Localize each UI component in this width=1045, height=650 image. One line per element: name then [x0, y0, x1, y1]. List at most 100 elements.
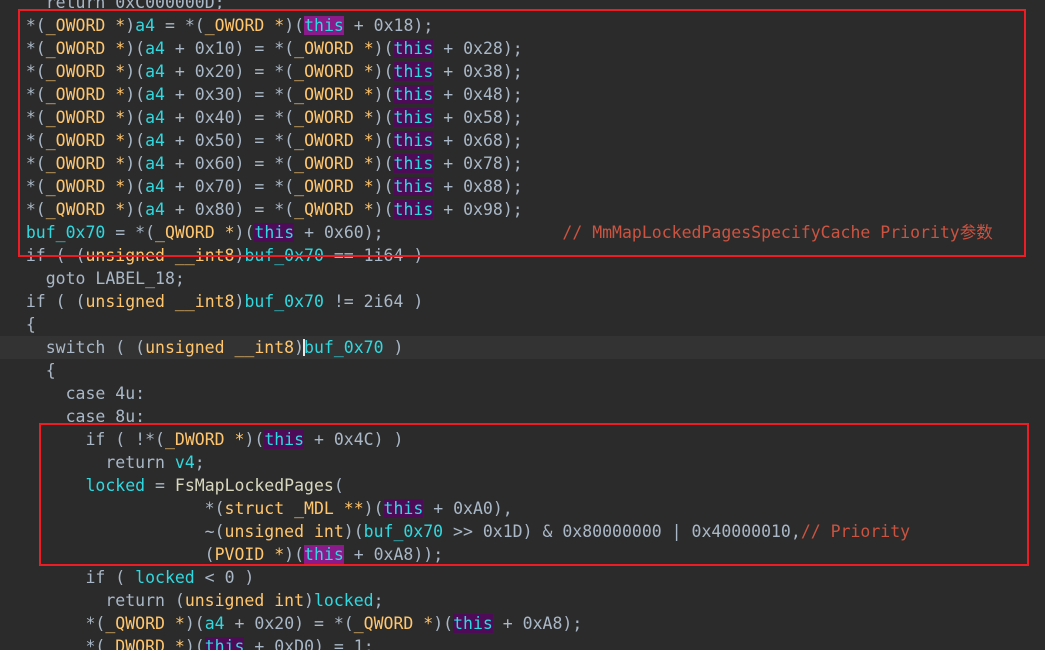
token-plain: *(	[6, 177, 46, 196]
code-line[interactable]: return (unsigned int)locked;	[0, 589, 1045, 612]
token-num: 0x60	[323, 223, 364, 242]
token-this[interactable]: this	[393, 177, 434, 196]
token-var[interactable]: locked	[85, 476, 145, 495]
code-line[interactable]: buf_0x70 = *(_QWORD *)(this + 0x60); // …	[0, 221, 1045, 244]
token-var[interactable]: a4	[145, 108, 165, 127]
code-line[interactable]: goto LABEL_18;	[0, 267, 1045, 290]
code-line[interactable]: *(_DWORD *)(this + 0xD0) = 1;	[0, 635, 1045, 650]
code-line[interactable]: case 4u:	[0, 382, 1045, 405]
code-line[interactable]: *(_QWORD *)(a4 + 0x80) = *(_QWORD *)(thi…	[0, 198, 1045, 221]
token-plain: )(	[373, 200, 394, 219]
code-line[interactable]: *(struct _MDL **)(this + 0xA0),	[0, 497, 1045, 520]
token-plain: );	[363, 223, 384, 242]
token-var[interactable]: a4	[205, 614, 225, 633]
token-plain: *(	[6, 16, 46, 35]
token-this[interactable]: this	[393, 85, 434, 104]
token-plain: return (	[6, 591, 185, 610]
token-num: 0x50	[194, 131, 235, 150]
code-line-text: (PVOID *)(this + 0xA8));	[0, 543, 443, 566]
token-plain: *(	[6, 499, 225, 518]
code-line[interactable]: *(_OWORD *)a4 = *(_OWORD *)(this + 0x18)…	[0, 14, 1045, 37]
token-kw: *	[234, 430, 245, 449]
code-line[interactable]: *(_OWORD *)(a4 + 0x70) = *(_OWORD *)(thi…	[0, 175, 1045, 198]
token-var[interactable]: a4	[145, 131, 165, 150]
code-line[interactable]: *(_OWORD *)(a4 + 0x40) = *(_OWORD *)(thi…	[0, 106, 1045, 129]
code-line[interactable]: (PVOID *)(this + 0xA8));	[0, 543, 1045, 566]
code-line[interactable]: *(_OWORD *)(a4 + 0x20) = *(_OWORD *)(thi…	[0, 60, 1045, 83]
token-var[interactable]: a4	[145, 62, 165, 81]
token-plain: case	[6, 407, 116, 426]
token-var[interactable]: a4	[145, 154, 165, 173]
token-kw: _OWORD	[45, 108, 116, 127]
token-this[interactable]: this	[393, 154, 434, 173]
code-line[interactable]: *(_QWORD *)(a4 + 0x20) = *(_QWORD *)(thi…	[0, 612, 1045, 635]
token-var[interactable]: a4	[145, 39, 165, 58]
code-line[interactable]: {	[0, 359, 1045, 382]
token-var[interactable]: buf_0x70	[26, 223, 105, 242]
token-plain: +	[164, 200, 195, 219]
code-line[interactable]: *(_OWORD *)(a4 + 0x50) = *(_OWORD *)(thi…	[0, 129, 1045, 152]
token-var[interactable]: a4	[145, 177, 165, 196]
token-this[interactable]: this	[393, 108, 434, 127]
token-plain: *(	[6, 85, 46, 104]
token-plain: )(	[433, 614, 454, 633]
token-kw: _OWORD	[294, 85, 364, 104]
token-this[interactable]: this	[453, 614, 493, 633]
token-var[interactable]: a4	[145, 200, 165, 219]
code-line[interactable]: return v4;	[0, 451, 1045, 474]
token-kw: unsigned	[145, 338, 235, 357]
token-this-a[interactable]: this	[304, 16, 344, 35]
code-line[interactable]: if ( locked < 0 )	[0, 566, 1045, 589]
code-lines-container[interactable]: return 0xC000000D; *(_OWORD *)a4 = *(_OW…	[0, 0, 1045, 650]
code-line[interactable]: {	[0, 313, 1045, 336]
code-line[interactable]: if ( (unsigned __int8)buf_0x70 == 1i64 )	[0, 244, 1045, 267]
token-this[interactable]: this	[254, 223, 295, 242]
token-this[interactable]: this	[393, 39, 434, 58]
token-var[interactable]: buf_0x70	[304, 338, 383, 357]
token-this[interactable]: this	[393, 131, 434, 150]
token-plain: )(	[284, 16, 305, 35]
token-kw: _OWORD	[45, 62, 116, 81]
token-plain: )(	[373, 154, 394, 173]
code-line[interactable]: case 8u:	[0, 405, 1045, 428]
token-var[interactable]: buf_0x70	[244, 292, 323, 311]
code-line-text: *(_DWORD *)(this + 0xD0) = 1;	[0, 635, 374, 650]
token-plain: +	[224, 614, 255, 633]
token-var[interactable]: locked	[314, 591, 374, 610]
token-var[interactable]: v4	[175, 453, 195, 472]
token-var[interactable]: a4	[135, 16, 155, 35]
code-line[interactable]: return 0xC000000D;	[0, 0, 1045, 14]
token-plain: switch ( (	[6, 338, 146, 357]
token-var[interactable]: locked	[135, 568, 195, 587]
token-this[interactable]: this	[204, 637, 245, 650]
token-this[interactable]: this	[383, 499, 424, 518]
token-plain: )(	[373, 177, 394, 196]
token-fn[interactable]: FsMapLockedPages	[175, 476, 334, 495]
token-var[interactable]: buf_0x70	[244, 246, 323, 265]
code-line[interactable]: if ( !*(_DWORD *)(this + 0x4C) )	[0, 428, 1045, 451]
token-plain: )(	[373, 85, 394, 104]
code-line[interactable]: *(_OWORD *)(a4 + 0x60) = *(_OWORD *)(thi…	[0, 152, 1045, 175]
token-num: 0x98	[463, 200, 503, 219]
code-line[interactable]: *(_OWORD *)(a4 + 0x30) = *(_OWORD *)(thi…	[0, 83, 1045, 106]
token-var[interactable]: buf_0x70	[364, 522, 443, 541]
code-line[interactable]: if ( (unsigned __int8)buf_0x70 != 2i64 )	[0, 290, 1045, 313]
code-line[interactable]: ~(unsigned int)(buf_0x70 >> 0x1D) & 0x80…	[0, 520, 1045, 543]
token-plain: !=	[323, 292, 364, 311]
pseudocode-editor[interactable]: return 0xC000000D; *(_OWORD *)a4 = *(_OW…	[0, 0, 1045, 650]
token-plain: case	[6, 384, 116, 403]
code-line[interactable]: locked = FsMapLockedPages(	[0, 474, 1045, 497]
code-line-text: *(_OWORD *)a4 = *(_OWORD *)(this + 0x18)…	[0, 14, 433, 37]
token-var[interactable]: a4	[145, 85, 165, 104]
token-this[interactable]: this	[393, 62, 434, 81]
token-kw: _QWORD	[45, 200, 116, 219]
token-num: 0x30	[194, 85, 235, 104]
token-this[interactable]: this	[393, 200, 434, 219]
token-plain: ) = *(	[234, 62, 295, 81]
token-num: 0x80	[194, 200, 235, 219]
token-this-a[interactable]: this	[304, 545, 344, 564]
code-line[interactable]: *(_OWORD *)(a4 + 0x10) = *(_OWORD *)(thi…	[0, 37, 1045, 60]
token-this[interactable]: this	[264, 430, 305, 449]
token-kw: *	[363, 108, 374, 127]
code-line[interactable]: switch ( (unsigned __int8)buf_0x70 )	[0, 336, 1045, 359]
